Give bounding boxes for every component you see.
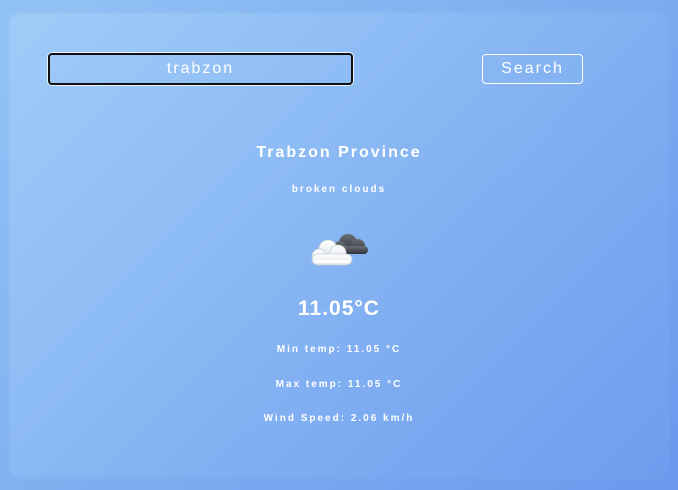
city-search-input[interactable]	[48, 53, 353, 85]
current-temperature: 11.05°C	[298, 297, 380, 320]
broken-clouds-icon	[311, 234, 368, 266]
city-name: Trabzon Province	[256, 144, 422, 161]
min-temperature: Min temp: 11.05 °C	[276, 344, 402, 355]
max-temperature: Max temp: 11.05 °C	[275, 379, 403, 390]
weather-description: broken clouds	[291, 184, 387, 195]
wind-speed: Wind Speed: 2.06 km/h	[263, 413, 415, 424]
search-button[interactable]: Search	[482, 54, 583, 84]
